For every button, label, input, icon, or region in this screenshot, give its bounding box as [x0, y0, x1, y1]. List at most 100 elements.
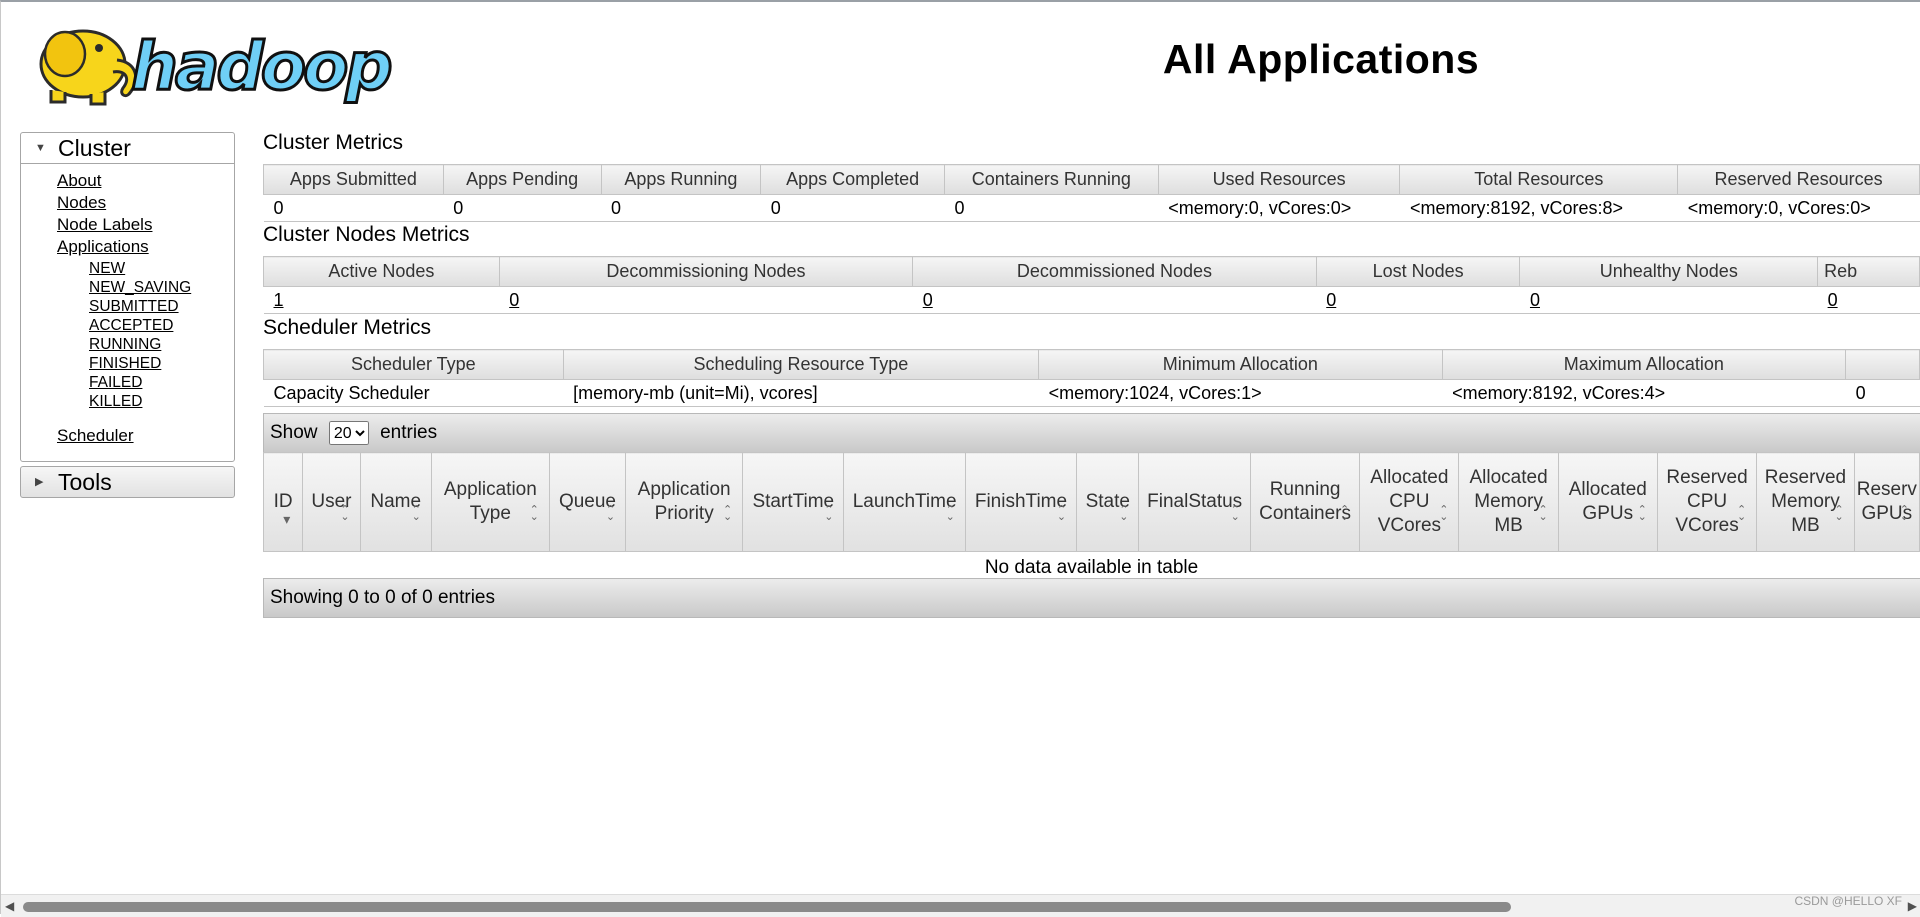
app-column-header[interactable]: Allocated GPUs ⌃ ⌄	[1557, 452, 1658, 552]
app-column-header[interactable]: Queue ⌃ ⌄	[548, 452, 627, 552]
col-decommissioning-nodes: Decommissioning Nodes	[498, 256, 914, 287]
col-unhealthy-nodes: Unhealthy Nodes	[1519, 256, 1819, 287]
nav-link-state-finished[interactable]: FINISHED	[89, 355, 161, 373]
sort-both-icon: ⌃ ⌄	[1899, 504, 1909, 523]
decommissioned-nodes-link[interactable]: 0	[912, 286, 1317, 314]
col-scheduler-extra	[1845, 349, 1920, 380]
sort-both-icon: ⌃ ⌄	[340, 504, 350, 523]
col-decommissioned-nodes: Decommissioned Nodes	[912, 256, 1317, 287]
app-column-header[interactable]: Reserved CPU VCores ⌃ ⌄	[1656, 452, 1758, 552]
sort-both-icon: ⌃ ⌄	[1340, 504, 1350, 523]
sort-both-icon: ⌃ ⌄	[1538, 504, 1548, 523]
sort-both-icon: ⌃ ⌄	[1119, 504, 1129, 523]
col-apps-completed: Apps Completed	[760, 164, 945, 195]
sort-both-icon: ⌃ ⌄	[1056, 504, 1067, 523]
column-header-label: User	[311, 491, 352, 512]
cluster-metrics-title: Cluster Metrics	[263, 131, 404, 154]
app-column-header[interactable]: Application Type ⌃ ⌄	[430, 452, 550, 552]
cluster-nodes-metrics-table: Active Nodes Decommissioning Nodes Decom…	[263, 256, 1920, 314]
sort-both-icon: ⌃ ⌄	[1439, 504, 1449, 523]
active-nodes-link[interactable]: 1	[263, 286, 500, 314]
nav-link-node-labels[interactable]: Node Labels	[57, 215, 152, 235]
nav-link-about[interactable]: About	[57, 171, 101, 191]
nav-link-nodes[interactable]: Nodes	[57, 193, 106, 213]
table-info-text: Showing 0 to 0 of 0 entries	[270, 587, 495, 608]
nav-link-state-failed[interactable]: FAILED	[89, 374, 142, 392]
column-header-label: Reserved	[1764, 467, 1847, 488]
cluster-metrics-table: Apps Submitted Apps Pending Apps Running…	[263, 164, 1920, 222]
col-apps-running: Apps Running	[600, 164, 762, 195]
app-column-header[interactable]: Application Priority ⌃ ⌄	[625, 452, 744, 552]
entries-per-page-select[interactable]: 20	[328, 421, 369, 445]
table-row: 1 0 0 0 0 0	[263, 286, 1920, 314]
apps-pending-value: 0	[443, 194, 601, 222]
table-row: Capacity Scheduler [memory-mb (unit=Mi),…	[263, 379, 1920, 407]
app-column-header[interactable]: LaunchTime ⌃ ⌄	[843, 452, 966, 552]
nav-link-state-running[interactable]: RUNNING	[89, 336, 161, 354]
applications-header-row: ID ▾ User ⌃ ⌄ Name ⌃ ⌄ Application Type ⌃ ⌄ Queue ⌃ ⌄ A…	[262, 452, 1920, 552]
app-column-header[interactable]: Allocated Memory MB ⌃ ⌄	[1458, 452, 1559, 552]
apps-running-value: 0	[601, 194, 761, 222]
tools-accordion[interactable]: ▶ Tools	[20, 466, 235, 498]
watermark-text: CSDN @HELLO XF	[1794, 894, 1902, 908]
col-apps-pending: Apps Pending	[442, 164, 602, 195]
cluster-accordion-header[interactable]: ▼ Cluster	[21, 133, 234, 164]
cluster-header-label: Cluster	[58, 135, 131, 161]
sort-both-icon: ⌃ ⌄	[411, 504, 421, 523]
rebooted-nodes-link[interactable]: 0	[1817, 286, 1920, 314]
used-resources-value: <memory:0, vCores:0>	[1158, 194, 1400, 222]
column-header-label: Reserved	[1666, 467, 1748, 488]
sort-both-icon: ⌃ ⌄	[1230, 504, 1240, 523]
app-column-header[interactable]: Reserv GPUs ⌃ ⌄	[1853, 452, 1920, 552]
scheduler-type-value: Capacity Scheduler	[263, 379, 564, 407]
sort-desc-icon: ▾	[283, 511, 291, 527]
app-column-header[interactable]: Name ⌃ ⌄	[359, 452, 432, 552]
nav-link-state-new-saving[interactable]: NEW_SAVING	[89, 279, 191, 297]
column-header-label: Application	[637, 479, 731, 500]
decommissioning-nodes-link[interactable]: 0	[499, 286, 913, 314]
nav-link-state-submitted[interactable]: SUBMITTED	[89, 298, 179, 316]
column-header-label: Allocated	[1469, 467, 1548, 488]
table-row: 0 0 0 0 0 <memory:0, vCores:0> <memory:8…	[263, 194, 1920, 222]
maximum-allocation-value: <memory:8192, vCores:4>	[1442, 379, 1846, 407]
nav-link-state-killed[interactable]: KILLED	[89, 393, 142, 411]
app-column-header[interactable]: StartTime ⌃ ⌄	[742, 452, 845, 552]
column-header-label: Allocated	[1370, 467, 1449, 488]
nav-link-state-accepted[interactable]: ACCEPTED	[89, 317, 173, 335]
unhealthy-nodes-link[interactable]: 0	[1519, 286, 1818, 314]
app-column-header[interactable]: Allocated CPU VCores ⌃ ⌄	[1359, 452, 1460, 552]
col-maximum-allocation: Maximum Allocation	[1441, 349, 1847, 380]
column-header-label: Allocated	[1568, 479, 1647, 500]
lost-nodes-link[interactable]: 0	[1316, 286, 1520, 314]
app-column-header[interactable]: State ⌃ ⌄	[1076, 452, 1140, 552]
scheduler-metrics-title: Scheduler Metrics	[263, 316, 432, 339]
scroll-right-arrow-icon[interactable]: ▶	[1908, 899, 1917, 913]
col-total-resources: Total Resources	[1399, 164, 1679, 195]
scroll-left-arrow-icon[interactable]: ◀	[5, 899, 14, 913]
app-column-header[interactable]: FinishTime ⌃ ⌄	[964, 452, 1078, 552]
containers-running-value: 0	[944, 194, 1159, 222]
app-column-header[interactable]: Reserved Memory MB ⌃ ⌄	[1756, 452, 1855, 552]
sort-both-icon: ⌃ ⌄	[1637, 504, 1647, 523]
nav-link-state-new[interactable]: NEW	[89, 260, 125, 278]
show-label: Show	[270, 422, 318, 443]
nav-link-scheduler[interactable]: Scheduler	[57, 426, 134, 446]
scrollbar-thumb[interactable]	[23, 902, 1511, 912]
app-column-header[interactable]: Running Containers ⌃ ⌄	[1249, 452, 1361, 552]
col-containers-running: Containers Running	[944, 164, 1159, 195]
sort-both-icon: ⌃ ⌄	[824, 504, 834, 523]
sort-both-icon: ⌃ ⌄	[1834, 504, 1844, 523]
cluster-accordion: ▼ Cluster About Nodes Node Labels Applic…	[20, 132, 235, 462]
app-column-header[interactable]: User ⌃ ⌄	[302, 452, 361, 552]
app-column-header[interactable]: FinalStatus ⌃ ⌄	[1138, 452, 1251, 552]
browser-page: hadoop All Applications ▼ Cluster About …	[0, 0, 1920, 917]
scheduler-metrics-table: Scheduler Type Scheduling Resource Type …	[263, 349, 1920, 407]
col-scheduling-resource-type: Scheduling Resource Type	[562, 349, 1040, 380]
app-column-header[interactable]: ID ▾	[262, 452, 304, 552]
hadoop-logo[interactable]: hadoop	[21, 14, 401, 106]
nav-link-applications[interactable]: Applications	[57, 237, 149, 257]
sort-both-icon: ⌃ ⌄	[605, 504, 616, 523]
scheduler-extra-value: 0	[1845, 379, 1920, 407]
triangle-right-icon: ▶	[35, 476, 44, 488]
column-header-label: Reserv	[1856, 479, 1917, 500]
